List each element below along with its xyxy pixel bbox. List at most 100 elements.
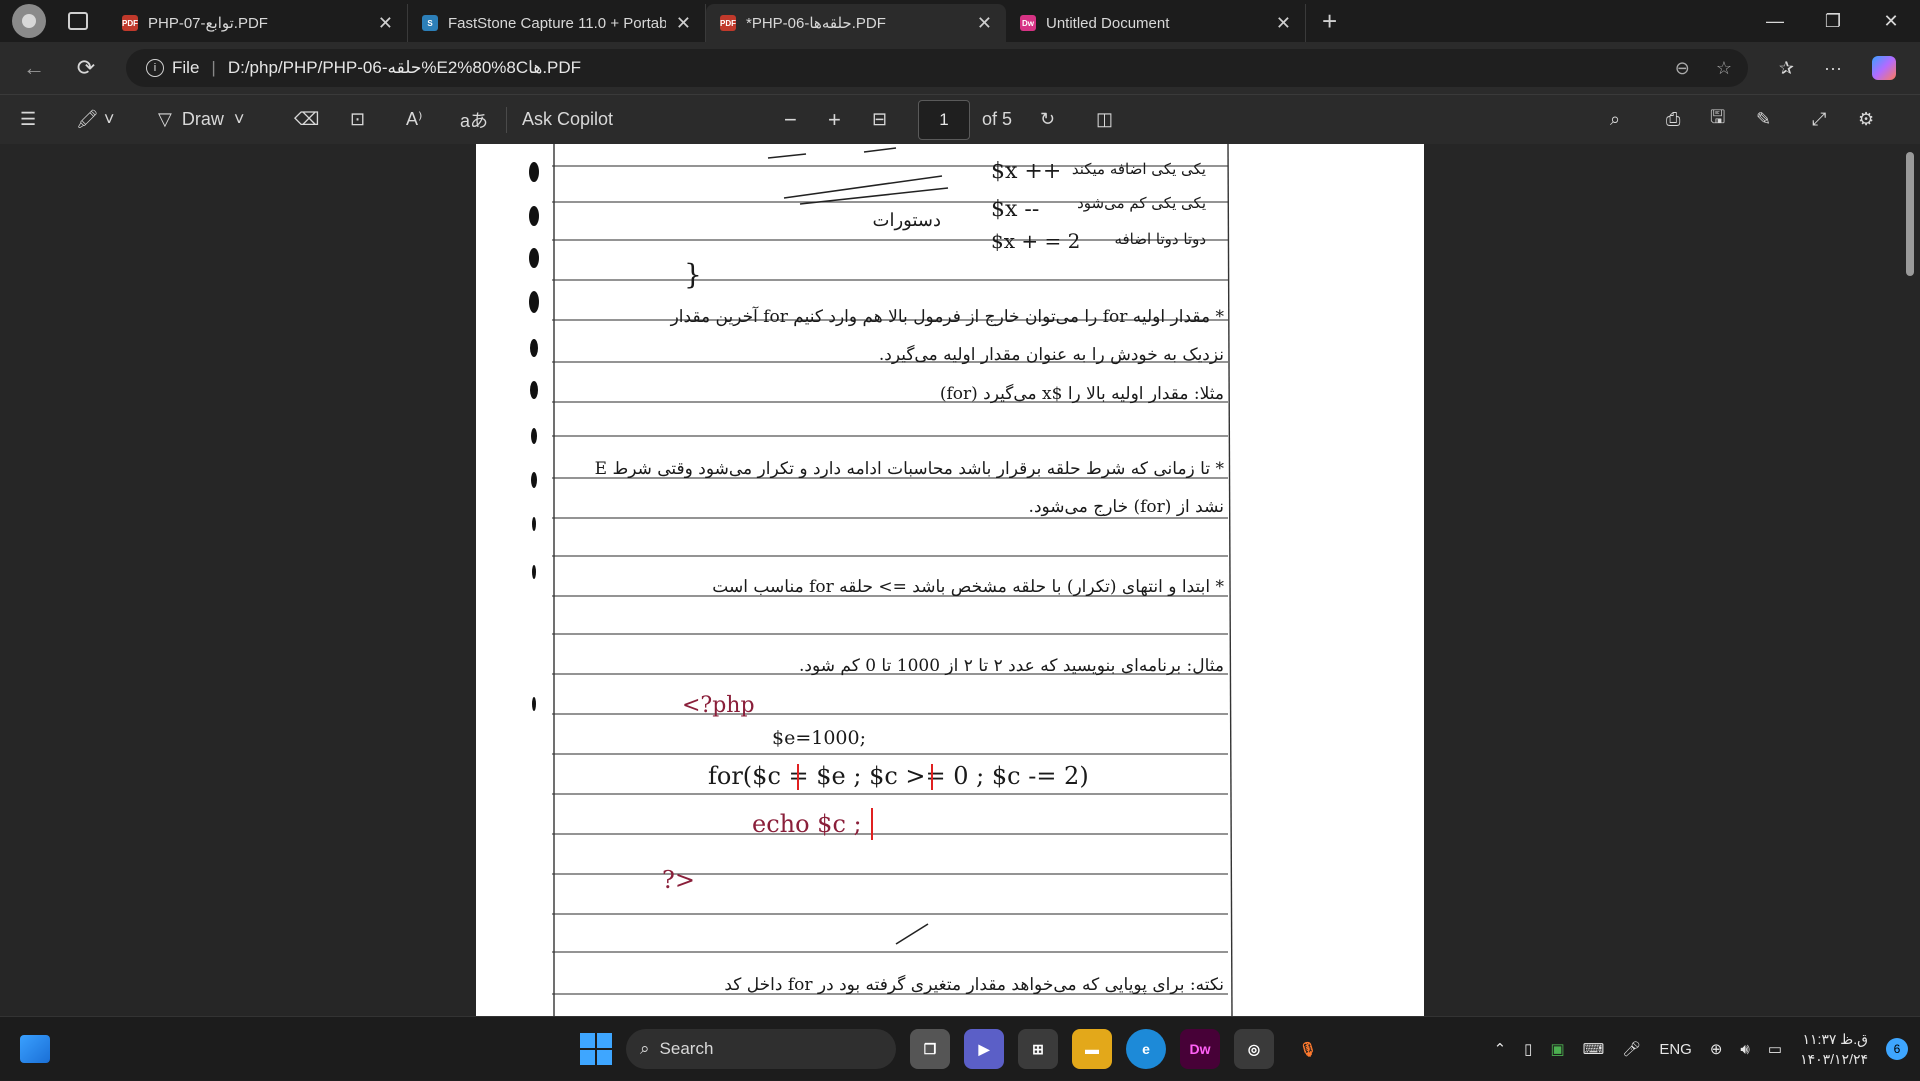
restore-button[interactable]: ❐ [1804, 0, 1862, 42]
draw-button[interactable]: ▽ Draw ˅ [158, 95, 244, 145]
more-menu-icon[interactable]: ··· [1824, 58, 1842, 79]
clock-date: ۱۴۰۳/۱۲/۲۴ [1800, 1051, 1868, 1067]
keyboard-icon[interactable]: ⌨ [1583, 1040, 1605, 1058]
rotate-icon[interactable]: ↻ [1040, 95, 1055, 145]
taskbar: ⌕ Search ❐ ▶ ⊞ ▬ e Dw ◎ 🎙︎ ⌃ ▯ ▣ ⌨ 🎤︎ EN… [0, 1016, 1920, 1080]
info-icon[interactable]: i [146, 59, 164, 77]
note-line: نزدیک به خودش را به عنوان مقدار اولیه می… [879, 344, 1224, 365]
tab-title: PHP-07-توابع.PDF [148, 15, 268, 32]
scrollbar-thumb[interactable] [1906, 152, 1914, 276]
search-icon: ⌕ [640, 1039, 650, 1058]
settings-gear-icon[interactable]: ⚙ [1858, 95, 1874, 145]
notebook-page-drawing: $x ++ یکی یکی اضافه میکند دستورات $x -- … [529, 144, 1233, 1016]
close-icon[interactable]: ✕ [1276, 13, 1291, 34]
note-line: * تا زمانی که شرط حلقه برقرار باشد محاسب… [595, 459, 1225, 479]
draw-icon: ▽ [158, 109, 172, 129]
separator: | [211, 58, 216, 77]
tab-actions-icon[interactable] [68, 12, 88, 30]
vertical-scrollbar[interactable] [1900, 144, 1920, 1016]
note-line: $x + = 2 [991, 229, 1080, 253]
ask-copilot-button[interactable]: Ask Copilot [522, 95, 613, 145]
translate-icon[interactable]: aあ [460, 95, 488, 145]
save-as-icon[interactable]: ✎ [1756, 95, 1771, 145]
usb-icon[interactable]: ▯ [1524, 1040, 1532, 1058]
close-icon[interactable]: ✕ [977, 13, 992, 34]
note-line: * مقدار اولیه for را می‌توان خارج از فرم… [670, 305, 1225, 327]
note-line: یکی یکی کم می‌شود [1077, 194, 1206, 212]
tab-strip: PDF PHP-07-توابع.PDF ✕ S FastStone Captu… [0, 0, 1920, 42]
pdf-page: $x ++ یکی یکی اضافه میکند دستورات $x -- … [476, 144, 1424, 1016]
close-icon[interactable]: ✕ [378, 13, 393, 34]
chevron-up-icon[interactable]: ⌃ [1494, 1040, 1507, 1058]
url-text: D:/php/PHP/PHP-06-حلقه%E2%80%8Cها.PDF [227, 58, 582, 77]
tab-php-06[interactable]: PDF *PHP-06-حلقه‌ها.PDF ✕ [706, 4, 1006, 42]
tab-title: FastStone Capture 11.0 + Portable [448, 14, 666, 32]
back-button[interactable]: ← [12, 55, 56, 81]
pdf-toolbar: ☰ 🖍︎ ˅ ▽ Draw ˅ ⌫ ⊡ A⁾ aあ Ask Copilot − … [0, 94, 1920, 144]
refresh-button[interactable]: ⟳ [64, 55, 108, 81]
clock-time: ۱۱:۳۷ ق.ظ [1802, 1031, 1868, 1047]
fullscreen-icon[interactable]: ⤢ [1812, 95, 1826, 145]
favorites-icon[interactable]: ✰ [1779, 58, 1794, 79]
read-aloud-icon[interactable]: A⁾ [406, 95, 422, 145]
mic-icon[interactable]: 🎤︎ [1622, 1040, 1641, 1058]
save-icon[interactable]: 🖫 [1710, 95, 1725, 145]
note-line: for($c = $e ; $c >= 0 ; $c -= 2) [708, 762, 1089, 790]
favorite-star-icon[interactable]: ☆ [1716, 58, 1732, 79]
tab-faststone[interactable]: S FastStone Capture 11.0 + Portable ✕ [408, 4, 706, 42]
tab-title: Untitled Document [1046, 14, 1170, 32]
app-tray-icon[interactable]: ▣ [1550, 1040, 1564, 1058]
tab-untitled-document[interactable]: Dw Untitled Document ✕ [1006, 4, 1306, 42]
scheme-label: File [172, 58, 200, 77]
zoom-in-button[interactable]: + [828, 95, 841, 145]
page-view-icon[interactable]: ◫ [1096, 95, 1113, 145]
notification-badge[interactable]: 6 [1886, 1038, 1908, 1060]
taskbar-search-box[interactable]: ⌕ Search [626, 1029, 896, 1069]
profile-avatar[interactable] [12, 4, 46, 38]
dreamweaver-icon[interactable]: Dw [1180, 1029, 1220, 1069]
widgets-icon[interactable] [20, 1035, 50, 1063]
note-line: $x ++ [991, 159, 1061, 184]
new-tab-button[interactable]: + [1322, 6, 1337, 37]
edge-icon[interactable]: e [1126, 1029, 1166, 1069]
language-indicator[interactable]: ENG [1659, 1041, 1692, 1058]
search-icon[interactable]: ⌕ [1610, 95, 1620, 145]
file-explorer-icon[interactable]: ▬ [1072, 1029, 1112, 1069]
zoom-out-button[interactable]: − [784, 95, 797, 145]
close-icon[interactable]: ✕ [676, 13, 691, 34]
note-line: نکته: برای پویایی که می‌خواهد مقدار متغی… [724, 974, 1224, 995]
network-globe-icon[interactable]: ⊕ [1710, 1040, 1723, 1058]
battery-icon[interactable]: ▭ [1768, 1040, 1782, 1058]
text-box-icon[interactable]: ⊡ [350, 95, 365, 145]
window-controls: — ❐ ✕ [1746, 0, 1920, 42]
teams-icon[interactable]: ▶ [964, 1029, 1004, 1069]
separator [506, 107, 507, 133]
volume-icon[interactable]: 🔊︎ [1740, 1041, 1749, 1058]
note-line: echo $c ; [752, 810, 862, 838]
pdf-icon: PDF [720, 15, 736, 31]
contents-icon[interactable]: ☰ [20, 95, 36, 145]
page-total: of 5 [982, 109, 1013, 129]
note-line: نشد از (for) خارج می‌شود. [1029, 497, 1224, 517]
start-button[interactable] [580, 1033, 612, 1065]
task-view-icon[interactable]: ❐ [910, 1029, 950, 1069]
minimize-button[interactable]: — [1746, 0, 1804, 42]
copilot-icon[interactable] [1872, 56, 1896, 80]
tab-title: *PHP-06-حلقه‌ها.PDF [746, 15, 886, 32]
zoom-icon[interactable]: ⊖ [1675, 58, 1690, 79]
microphone-icon[interactable]: 🎙︎ [1288, 1029, 1328, 1069]
capture-icon[interactable]: ◎ [1234, 1029, 1274, 1069]
fit-page-icon[interactable]: ⊟ [872, 95, 887, 145]
close-window-button[interactable]: ✕ [1862, 0, 1920, 42]
print-icon[interactable]: ⎙ [1666, 95, 1680, 145]
highlight-icon[interactable]: 🖍︎ ˅ [76, 95, 114, 145]
page-number-input[interactable]: 1 [918, 100, 970, 140]
tab-php-07[interactable]: PDF PHP-07-توابع.PDF ✕ [108, 4, 408, 42]
draw-label: Draw [181, 109, 224, 129]
store-icon[interactable]: ⊞ [1018, 1029, 1058, 1069]
note-line: دوتا دوتا اضافه [1114, 230, 1206, 248]
eraser-icon[interactable]: ⌫ [294, 95, 319, 145]
note-line: یکی یکی اضافه میکند [1072, 160, 1206, 178]
clock[interactable]: ۱۱:۳۷ ق.ظ ۱۴۰۳/۱۲/۲۴ [1800, 1029, 1868, 1069]
address-input[interactable]: i File | D:/php/PHP/PHP-06-حلقه%E2%80%8C… [126, 49, 1748, 87]
